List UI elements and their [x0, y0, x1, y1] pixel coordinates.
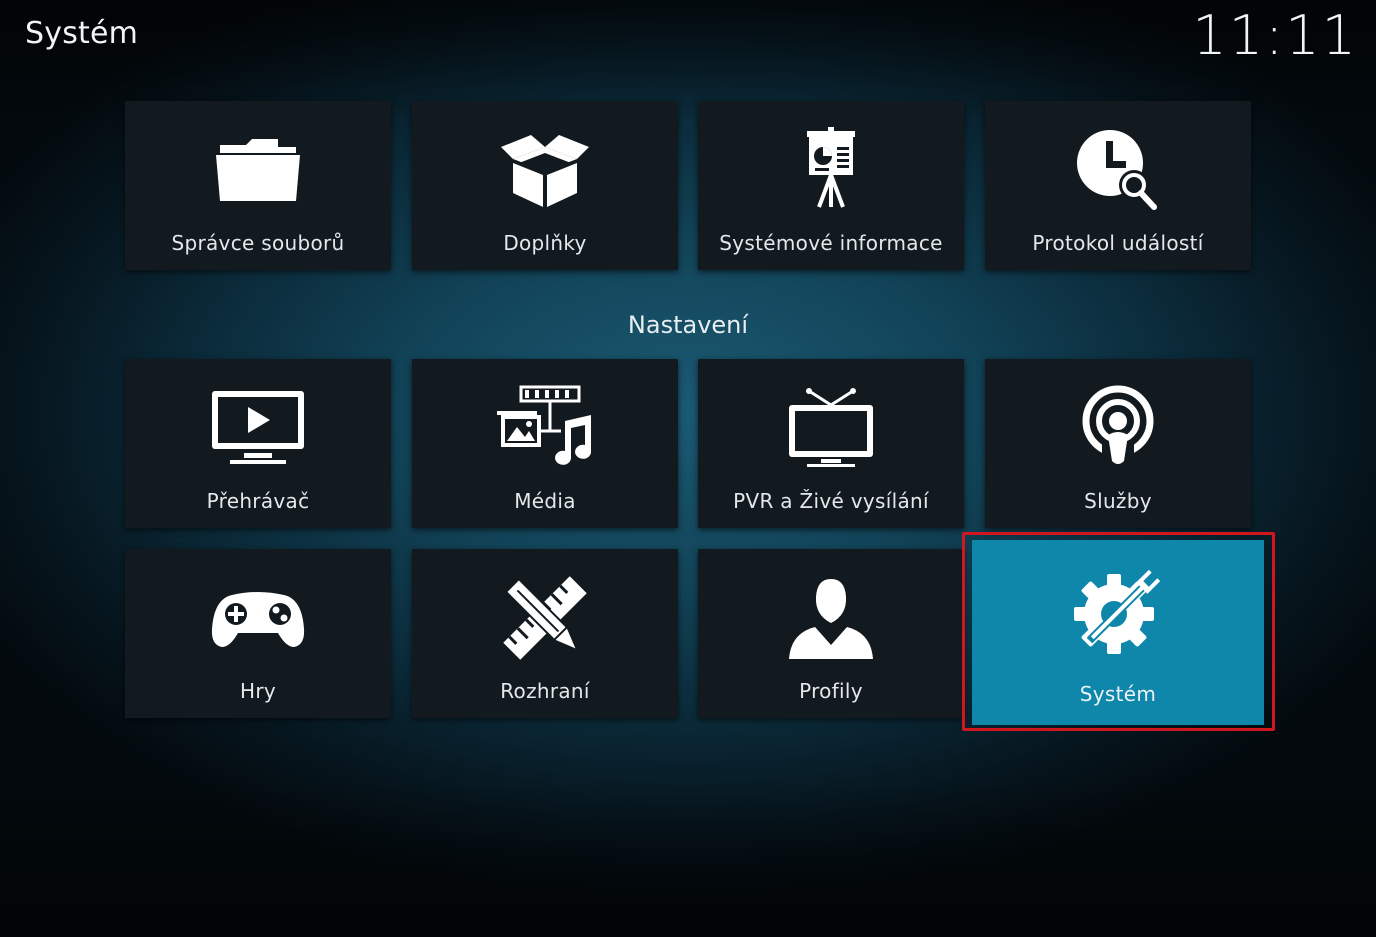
tile-services[interactable]: Služby — [985, 359, 1251, 528]
tile-label: Doplňky — [503, 231, 587, 255]
tile-label: Protokol událostí — [1032, 231, 1204, 255]
tile-media[interactable]: Média — [412, 359, 678, 528]
tile-games[interactable]: Hry — [125, 549, 391, 718]
tile-pvr-live-tv[interactable]: PVR a Živé vysílání — [698, 359, 964, 528]
clock: 11:11 — [1192, 4, 1358, 67]
tile-label: Přehrávač — [206, 489, 310, 513]
open-box-icon — [412, 127, 678, 213]
tile-label: Služby — [1084, 489, 1152, 513]
tile-label: Rozhraní — [500, 679, 590, 703]
user-profile-icon — [698, 575, 964, 661]
monitor-play-icon — [125, 385, 391, 471]
podcast-broadcast-icon — [985, 385, 1251, 471]
tile-label: Hry — [240, 679, 276, 703]
tile-label: Profily — [799, 679, 863, 703]
settings-heading: Nastavení — [627, 311, 749, 339]
pencil-ruler-icon — [412, 575, 678, 661]
window-title: Systém — [25, 16, 139, 51]
tv-antenna-icon — [698, 385, 964, 471]
tile-event-log[interactable]: Protokol událostí — [985, 101, 1251, 270]
tile-addons[interactable]: Doplňky — [412, 101, 678, 270]
tile-profiles[interactable]: Profily — [698, 549, 964, 718]
gamepad-icon — [125, 575, 391, 661]
media-collage-icon — [412, 385, 678, 471]
presentation-easel-icon — [698, 127, 964, 213]
clock-search-icon — [985, 127, 1251, 213]
tile-interface[interactable]: Rozhraní — [412, 549, 678, 718]
tile-file-manager[interactable]: Správce souborů — [125, 101, 391, 270]
folder-icon — [125, 127, 391, 213]
tile-system-info[interactable]: Systémové informace — [698, 101, 964, 270]
tile-label: PVR a Živé vysílání — [733, 489, 929, 513]
tile-label: Systémové informace — [719, 231, 943, 255]
selection-highlight-frame — [962, 532, 1275, 731]
tile-label: Správce souborů — [171, 231, 345, 255]
tile-player[interactable]: Přehrávač — [125, 359, 391, 528]
tile-label: Média — [514, 489, 576, 513]
